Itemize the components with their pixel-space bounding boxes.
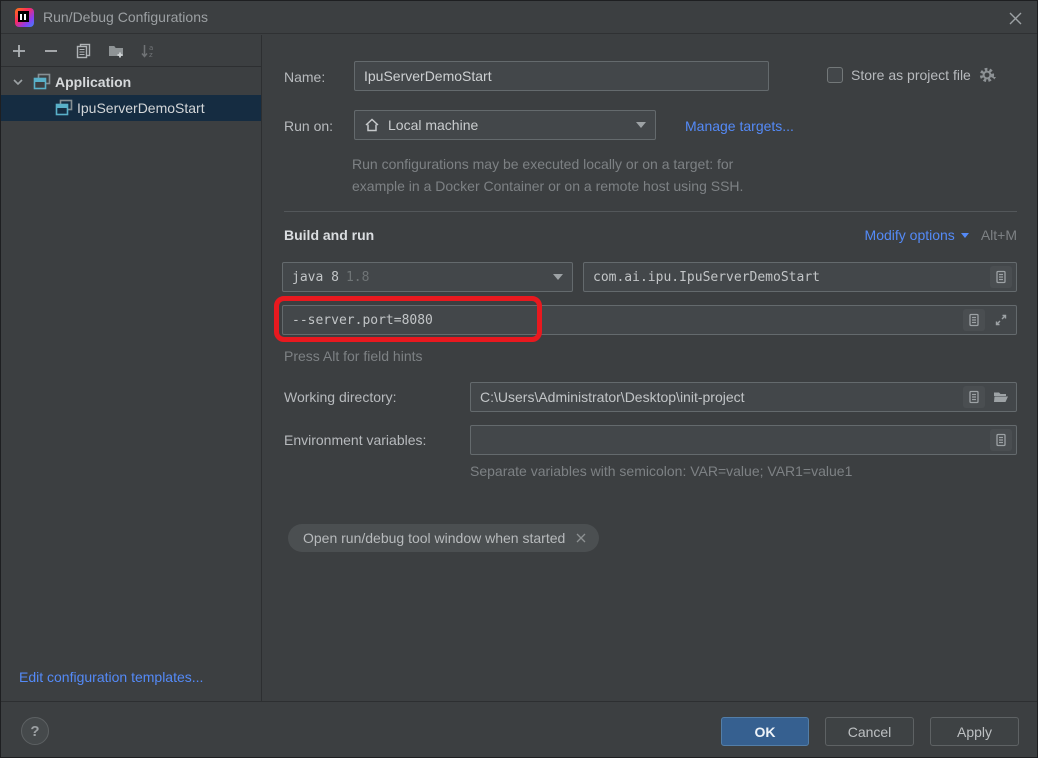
apply-button-label: Apply bbox=[957, 724, 992, 740]
insert-macros-icon[interactable] bbox=[990, 266, 1012, 288]
svg-text:z: z bbox=[149, 51, 153, 59]
intellij-logo-icon bbox=[15, 8, 34, 27]
program-arguments-value: --server.port=8080 bbox=[292, 313, 963, 328]
jre-version: 1.8 bbox=[346, 270, 369, 285]
application-icon bbox=[55, 99, 73, 117]
ok-button-label: OK bbox=[755, 724, 776, 740]
insert-macros-icon[interactable] bbox=[990, 429, 1012, 451]
cancel-button[interactable]: Cancel bbox=[825, 717, 914, 746]
field-hint-text: Press Alt for field hints bbox=[284, 348, 423, 364]
run-on-label: Run on: bbox=[284, 118, 333, 134]
application-icon bbox=[33, 73, 51, 91]
store-as-project-file-row: Store as project file bbox=[827, 66, 997, 84]
help-button-label: ? bbox=[30, 723, 39, 740]
name-input[interactable]: IpuServerDemoStart bbox=[354, 61, 769, 91]
new-folder-icon[interactable] bbox=[108, 43, 124, 59]
modify-options-link[interactable]: Modify options bbox=[865, 227, 955, 243]
combo-arrow-icon bbox=[636, 122, 646, 128]
sort-alphabetically-icon[interactable]: a z bbox=[140, 43, 156, 59]
configurations-sidebar: a z Application IpuServerDemoStart Edit … bbox=[1, 35, 262, 701]
browse-folder-icon[interactable] bbox=[990, 386, 1012, 408]
store-as-project-file-label: Store as project file bbox=[851, 67, 971, 83]
gear-icon[interactable] bbox=[979, 66, 997, 84]
configuration-editor: Name: IpuServerDemoStart Store as projec… bbox=[263, 34, 1038, 701]
before-launch-chip[interactable]: Open run/debug tool window when started bbox=[288, 524, 599, 552]
tree-group-label: Application bbox=[55, 74, 131, 90]
working-directory-label: Working directory: bbox=[284, 389, 397, 405]
apply-button[interactable]: Apply bbox=[930, 717, 1019, 746]
combo-arrow-icon bbox=[553, 274, 563, 280]
environment-variables-label: Environment variables: bbox=[284, 432, 426, 448]
before-launch-chip-label: Open run/debug tool window when started bbox=[303, 530, 565, 546]
build-and-run-title: Build and run bbox=[284, 227, 374, 243]
working-directory-input[interactable]: C:\Users\Administrator\Desktop\init-proj… bbox=[470, 382, 1017, 412]
chevron-down-icon[interactable] bbox=[11, 75, 25, 89]
tree-item-ipuserverdemostart[interactable]: IpuServerDemoStart bbox=[1, 95, 261, 121]
insert-macros-icon[interactable] bbox=[963, 309, 985, 331]
modify-options-shortcut: Alt+M bbox=[981, 227, 1017, 243]
sidebar-toolbar: a z bbox=[1, 35, 261, 67]
jre-combobox[interactable]: java 8 1.8 bbox=[282, 262, 573, 292]
program-arguments-input[interactable]: --server.port=8080 bbox=[282, 305, 1017, 335]
expand-field-icon[interactable] bbox=[990, 309, 1012, 331]
store-as-project-file-checkbox[interactable] bbox=[827, 67, 843, 83]
run-on-combobox[interactable]: Local machine bbox=[354, 110, 656, 140]
name-label: Name: bbox=[284, 69, 325, 85]
run-on-value: Local machine bbox=[388, 117, 478, 133]
manage-targets-link[interactable]: Manage targets... bbox=[685, 118, 794, 134]
environment-variables-hint: Separate variables with semicolon: VAR=v… bbox=[470, 463, 852, 479]
jre-name: java 8 bbox=[292, 270, 339, 285]
home-icon bbox=[364, 117, 380, 133]
tree-group-application[interactable]: Application bbox=[1, 69, 261, 95]
modify-options-row: Modify options Alt+M bbox=[865, 227, 1017, 243]
titlebar: Run/Debug Configurations bbox=[1, 1, 1037, 34]
chip-remove-icon[interactable] bbox=[575, 532, 587, 544]
section-divider bbox=[284, 211, 1017, 212]
main-class-input[interactable]: com.ai.ipu.IpuServerDemoStart bbox=[583, 262, 1017, 292]
remove-icon[interactable] bbox=[43, 43, 59, 59]
working-directory-value: C:\Users\Administrator\Desktop\init-proj… bbox=[480, 389, 963, 405]
add-icon[interactable] bbox=[11, 43, 27, 59]
insert-macros-icon[interactable] bbox=[963, 386, 985, 408]
help-button[interactable]: ? bbox=[21, 717, 49, 745]
main-class-value: com.ai.ipu.IpuServerDemoStart bbox=[593, 270, 990, 285]
cancel-button-label: Cancel bbox=[848, 724, 892, 740]
chevron-down-icon bbox=[961, 233, 969, 238]
run-on-help-text: Run configurations may be executed local… bbox=[352, 153, 743, 197]
run-debug-configurations-dialog: Run/Debug Configurations bbox=[0, 0, 1038, 758]
dialog-footer: ? OK Cancel Apply bbox=[1, 701, 1037, 758]
tree-item-label: IpuServerDemoStart bbox=[77, 100, 205, 116]
copy-icon[interactable] bbox=[76, 43, 92, 59]
close-icon[interactable] bbox=[1005, 8, 1025, 28]
edit-configuration-templates-link[interactable]: Edit configuration templates... bbox=[19, 669, 203, 685]
dialog-title: Run/Debug Configurations bbox=[43, 9, 208, 25]
name-value: IpuServerDemoStart bbox=[364, 68, 492, 84]
environment-variables-input[interactable] bbox=[470, 425, 1017, 455]
ok-button[interactable]: OK bbox=[721, 717, 809, 746]
